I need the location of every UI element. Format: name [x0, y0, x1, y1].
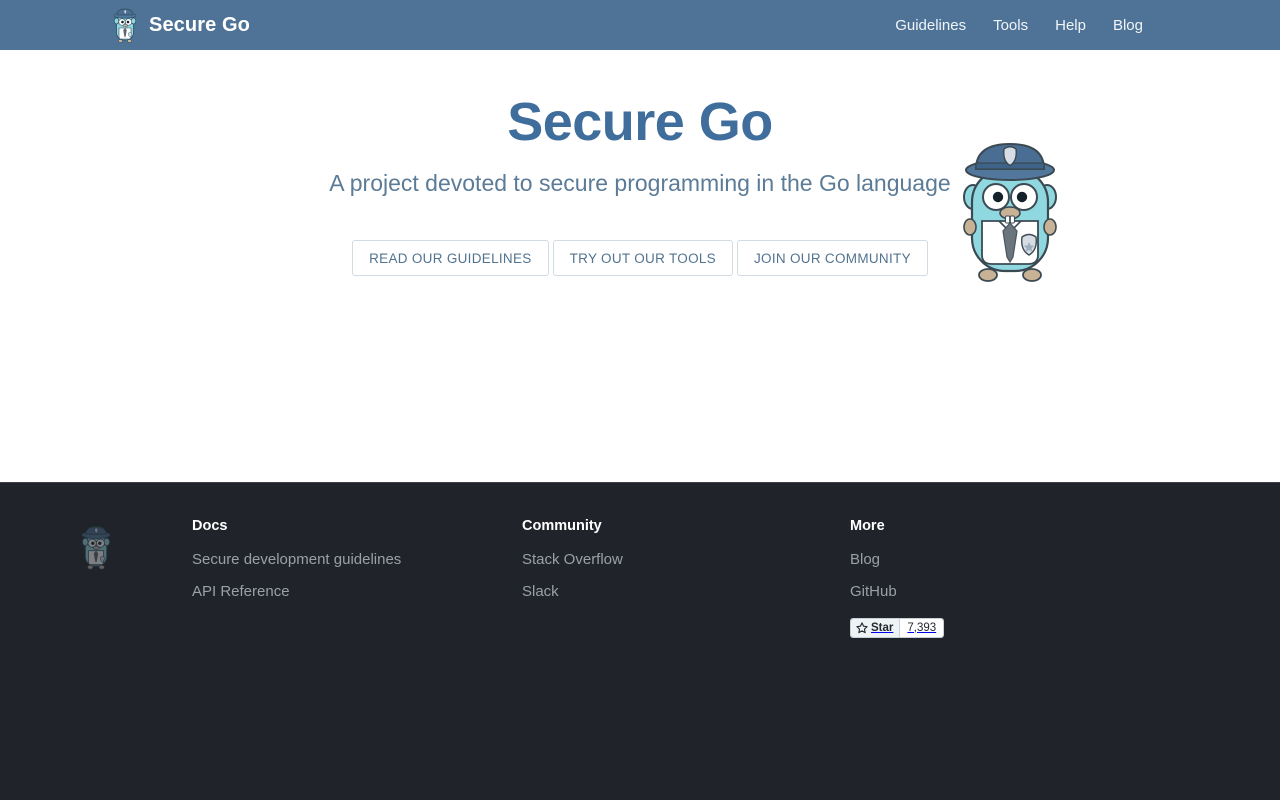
page-title: Secure Go — [507, 92, 773, 152]
footer-column-more: More Blog GitHub Star 7,393 — [850, 519, 1150, 638]
github-star-count: 7,393 — [900, 618, 944, 637]
try-out-our-tools-button[interactable]: TRY OUT OUR TOOLS — [552, 240, 733, 277]
hero-section: Secure Go A project devoted to secure pr… — [0, 50, 1280, 282]
gopher-police-logo-icon — [112, 6, 138, 44]
navbar-brand[interactable]: Secure Go — [112, 6, 250, 44]
nav-link-help[interactable]: Help — [1055, 18, 1086, 33]
navbar-brand-title: Secure Go — [149, 14, 250, 36]
footer-link-slack[interactable]: Slack — [522, 584, 559, 599]
footer-link-github[interactable]: GitHub — [850, 584, 897, 599]
nav-link-guidelines[interactable]: Guidelines — [895, 18, 966, 33]
hero-button-group: READ OUR GUIDELINES TRY OUT OUR TOOLS JO… — [0, 240, 1280, 277]
footer-link-stack-overflow[interactable]: Stack Overflow — [522, 552, 623, 567]
footer-gopher-logo-icon — [79, 523, 113, 571]
footer-column-community: Community Stack Overflow Slack — [522, 519, 850, 638]
footer-logo-container — [0, 519, 192, 638]
nav-link-blog[interactable]: Blog — [1113, 18, 1143, 33]
footer-link-secure-development-guidelines[interactable]: Secure development guidelines — [192, 552, 401, 567]
footer-heading-docs: Docs — [192, 518, 228, 534]
join-our-community-button[interactable]: JOIN OUR COMMUNITY — [736, 240, 928, 277]
main-content: Secure Go A project devoted to secure pr… — [0, 50, 1280, 482]
footer-columns: Docs Secure development guidelines API R… — [0, 519, 1280, 638]
footer-heading-more: More — [850, 518, 885, 534]
nav-link-tools[interactable]: Tools — [993, 18, 1028, 33]
footer-column-docs: Docs Secure development guidelines API R… — [192, 519, 522, 638]
github-star-label-group: Star — [851, 618, 901, 637]
github-star-label: Star — [871, 621, 894, 634]
footer-heading-community: Community — [522, 518, 602, 534]
footer-link-api-reference[interactable]: API Reference — [192, 584, 290, 599]
footer-link-blog[interactable]: Blog — [850, 552, 880, 567]
footer: Docs Secure development guidelines API R… — [0, 482, 1280, 800]
gopher-police-mascot-icon — [958, 135, 1062, 285]
read-our-guidelines-button[interactable]: READ OUR GUIDELINES — [352, 240, 549, 277]
github-star-button[interactable]: Star 7,393 — [850, 617, 945, 638]
navbar-links: Guidelines Tools Help Blog — [895, 18, 1256, 33]
hero-tagline: A project devoted to secure programming … — [329, 170, 951, 197]
navbar: Secure Go Guidelines Tools Help Blog — [0, 0, 1280, 50]
page-root: Secure Go Guidelines Tools Help Blog Sec… — [0, 0, 1280, 800]
star-outline-icon — [856, 621, 868, 634]
